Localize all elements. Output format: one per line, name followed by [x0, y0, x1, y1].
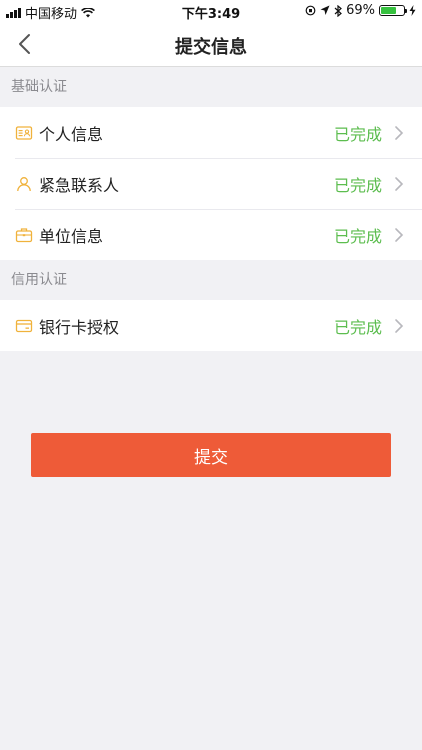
bluetooth-icon — [334, 4, 343, 17]
status-completed: 已完成 — [333, 175, 382, 195]
section-header-basic: 基础认证 — [0, 67, 422, 107]
battery-fill — [381, 7, 396, 14]
row-personal-info[interactable]: 个人信息 已完成 — [0, 107, 422, 158]
chevron-right-icon — [395, 318, 404, 333]
row-employer-info[interactable]: 单位信息 已完成 — [0, 209, 422, 260]
id-card-icon — [15, 125, 33, 140]
submit-button[interactable]: 提交 — [31, 433, 391, 477]
submit-area: 提交 — [0, 351, 422, 477]
battery-percent: 69% — [346, 3, 375, 18]
row-emergency-contact[interactable]: 紧急联系人 已完成 — [0, 158, 422, 209]
status-completed: 已完成 — [333, 124, 382, 144]
person-icon — [17, 176, 31, 191]
page-title: 提交信息 — [175, 37, 247, 58]
bank-card-icon — [15, 319, 33, 332]
location-icon — [320, 5, 330, 15]
status-completed: 已完成 — [333, 226, 382, 246]
orientation-lock-icon — [305, 5, 316, 16]
status-completed: 已完成 — [333, 317, 382, 337]
briefcase-icon — [15, 227, 33, 242]
row-label: 个人信息 — [39, 124, 104, 144]
charging-icon — [409, 5, 416, 16]
battery-icon — [379, 5, 407, 16]
section-header-credit: 信用认证 — [0, 260, 422, 300]
row-label: 紧急联系人 — [39, 175, 120, 195]
basic-auth-group: 个人信息 已完成 紧急联系人 已完成 单位信息 已完成 — [0, 107, 422, 260]
status-bar: 中国移动 下午3:49 69% — [0, 0, 422, 22]
nav-bar: 提交信息 — [0, 22, 422, 67]
chevron-right-icon — [395, 176, 404, 191]
chevron-right-icon — [395, 227, 404, 242]
credit-auth-group: 银行卡授权 已完成 — [0, 300, 422, 351]
row-bank-card-authorization[interactable]: 银行卡授权 已完成 — [0, 300, 422, 351]
row-label: 银行卡授权 — [39, 317, 120, 337]
status-right: 69% — [305, 3, 416, 18]
chevron-right-icon — [395, 125, 404, 140]
row-label: 单位信息 — [39, 226, 104, 246]
